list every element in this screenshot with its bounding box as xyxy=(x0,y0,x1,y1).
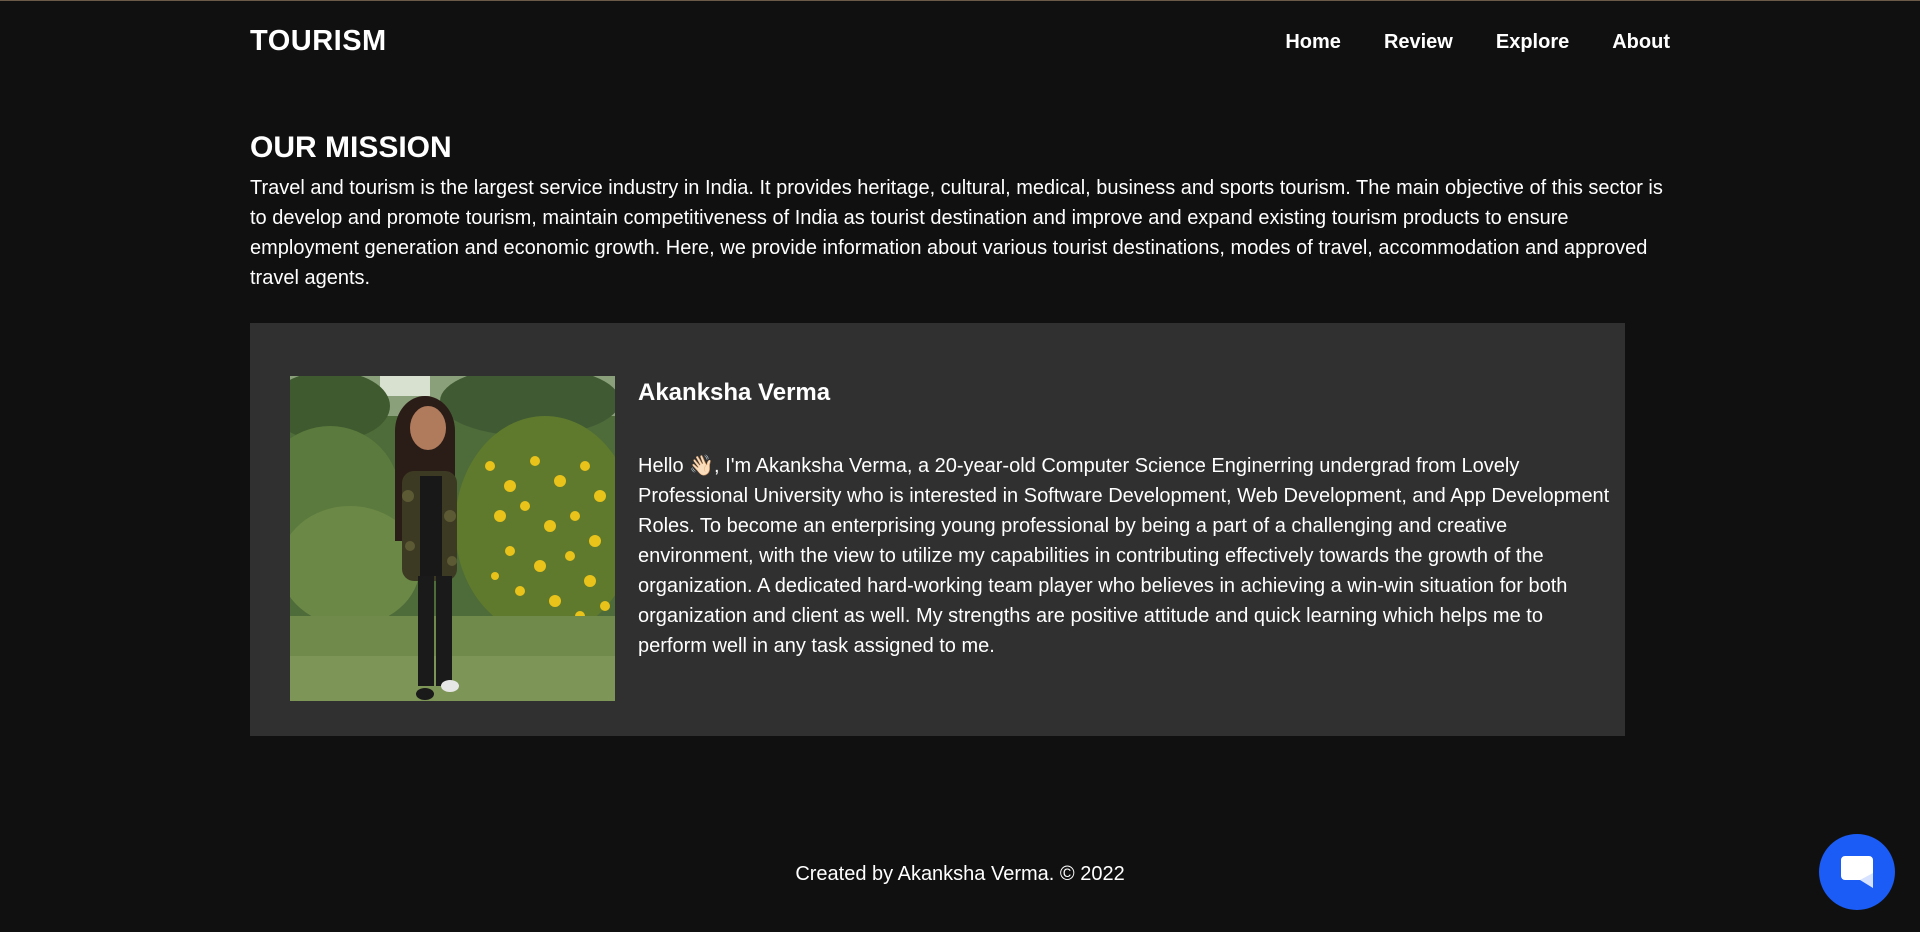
mission-title: OUR MISSION xyxy=(250,131,452,164)
main-nav: Home Review Explore About xyxy=(1285,31,1670,54)
site-logo[interactable]: TOURISM xyxy=(250,25,387,58)
chat-bubble-icon xyxy=(1841,856,1873,888)
nav-explore-link[interactable]: Explore xyxy=(1496,31,1569,54)
profile-name: Akanksha Verma xyxy=(638,379,831,406)
nav-about-link[interactable]: About xyxy=(1612,31,1670,54)
profile-bio: Hello 👋🏻, I'm Akanksha Verma, a 20-year-… xyxy=(638,455,1610,657)
nav-home-link[interactable]: Home xyxy=(1285,31,1341,54)
footer-text: Created by Akanksha Verma. © 2022 xyxy=(795,863,1125,885)
mission-text: Travel and tourism is the largest servic… xyxy=(250,177,1663,289)
page: TOURISM Home Review Explore About OUR MI… xyxy=(0,0,1920,932)
site-footer: Created by Akanksha Verma. © 2022 xyxy=(0,863,1920,886)
site-header: TOURISM Home Review Explore About xyxy=(250,1,1670,85)
chat-button[interactable] xyxy=(1819,834,1895,910)
profile-card: Akanksha Verma Hello 👋🏻, I'm Akanksha Ve… xyxy=(250,323,1625,736)
nav-review-link[interactable]: Review xyxy=(1384,31,1453,54)
profile-photo xyxy=(290,376,615,701)
